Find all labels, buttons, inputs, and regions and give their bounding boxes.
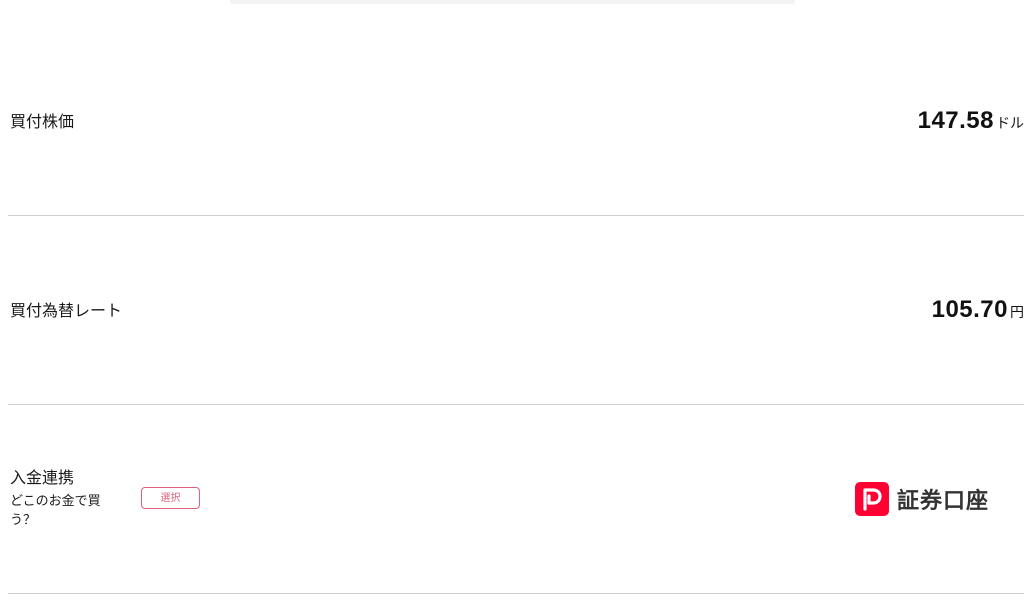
purchase-price-row: 買付株価 147.58 ドル xyxy=(0,0,1024,216)
divider xyxy=(8,404,1024,405)
deposit-link-subtitle: どこのお金で買う？ xyxy=(10,494,101,528)
exchange-rate-unit: 円 xyxy=(1010,305,1024,321)
purchase-price-label: 買付株価 xyxy=(10,112,75,131)
paypay-logo-icon xyxy=(855,482,889,516)
divider xyxy=(8,593,1024,594)
exchange-rate-value: 105.70 円 xyxy=(932,296,1024,324)
exchange-rate-label: 買付為替レート xyxy=(10,301,123,320)
select-button[interactable]: 選択 xyxy=(141,487,200,509)
selected-account[interactable]: 証券口座 xyxy=(855,482,989,516)
deposit-link-title: 入金連携 xyxy=(10,468,75,487)
account-label: 証券口座 xyxy=(897,489,990,514)
purchase-price-unit: ドル xyxy=(996,116,1024,132)
exchange-rate-row: 買付為替レート 105.70 円 xyxy=(0,216,1024,405)
purchase-price-number: 147.58 xyxy=(917,107,994,134)
purchase-price-value: 147.58 ドル xyxy=(918,107,1024,135)
exchange-rate-number: 105.70 xyxy=(931,296,1008,323)
